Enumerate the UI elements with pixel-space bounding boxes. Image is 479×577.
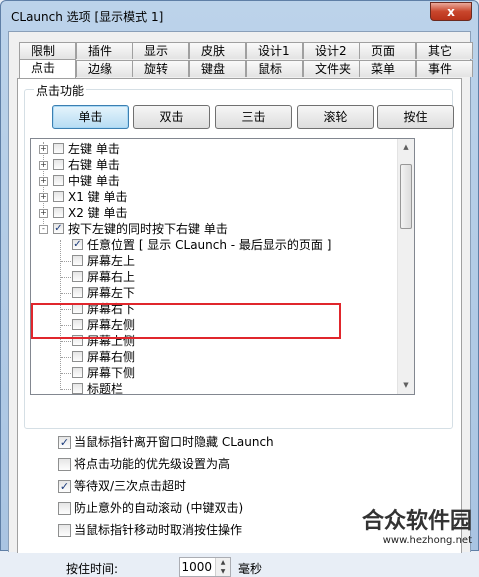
tab-15[interactable]: 菜单 — [359, 60, 416, 77]
tree-line — [61, 373, 71, 374]
tree-checkbox[interactable] — [53, 175, 64, 186]
tree-item-label[interactable]: 屏幕下侧 — [87, 365, 135, 381]
expand-icon[interactable]: + — [39, 177, 48, 186]
option-label: 防止意外的自动滚动 (中键双击) — [74, 501, 244, 515]
tree-item-label[interactable]: 屏幕左下 — [87, 285, 135, 301]
tree-checkbox[interactable] — [72, 255, 83, 266]
spin-down-icon[interactable]: ▼ — [215, 567, 230, 576]
tab-1[interactable]: 限制 — [19, 42, 76, 59]
tree-item-label[interactable]: 屏幕左上 — [87, 253, 135, 269]
scroll-up-icon[interactable]: ▲ — [398, 139, 414, 156]
click-mode-button-4[interactable]: 滚轮 — [297, 105, 374, 129]
tree-checkbox[interactable]: ✓ — [53, 223, 64, 234]
options-window: CLaunch 选项 [显示模式 1] x 限制 插件 显示 皮肤 设计1 设计2 页面 其它… — [0, 0, 479, 577]
tree-line — [61, 357, 71, 358]
tree-line — [61, 261, 71, 262]
option-checkbox[interactable]: ✓ — [58, 480, 71, 493]
hold-time-input[interactable]: 1000 ▲ ▼ — [179, 557, 231, 577]
tree-item-label[interactable]: 任意位置 [ 显示 CLaunch - 最后显示的页面 ] — [87, 237, 331, 253]
tree-checkbox[interactable] — [53, 207, 64, 218]
option-label: 等待双/三次点击超时 — [74, 479, 187, 493]
click-tree[interactable]: + 左键 单击 + 右键 单击 + 中键 单击 + X1 键 单击 + X2 键 单击 - ✓ 按下左键… — [30, 138, 415, 395]
expand-icon[interactable]: - — [39, 225, 48, 234]
hold-time-label: 按住时间: — [66, 562, 119, 576]
expand-icon[interactable]: + — [39, 193, 48, 202]
window-title: CLaunch 选项 [显示模式 1] — [11, 10, 164, 24]
scroll-thumb[interactable] — [400, 164, 412, 229]
close-button[interactable]: x — [430, 2, 472, 21]
expand-icon[interactable]: + — [39, 209, 48, 218]
tree-line — [61, 277, 71, 278]
tree-checkbox[interactable] — [53, 143, 64, 154]
tab-8[interactable]: 其它 — [416, 42, 473, 59]
tab-14[interactable]: 文件夹 — [303, 60, 360, 77]
tree-item-label[interactable]: 左键 单击 — [68, 141, 120, 157]
tab-10[interactable]: 边缘 — [76, 60, 133, 77]
tree-item-label[interactable]: 屏幕右侧 — [87, 349, 135, 365]
hold-time-unit: 毫秒 — [238, 562, 263, 576]
click-mode-button-2[interactable]: 双击 — [133, 105, 210, 129]
expand-icon[interactable]: + — [39, 145, 48, 154]
tree-item-label[interactable]: 按下左键的同时按下右键 单击 — [68, 221, 228, 237]
option-label: 将点击功能的优先级设置为高 — [74, 457, 231, 471]
click-function-group: 点击功能 + 左键 单击 + 右键 单击 + 中键 单击 + X1 键 单击 + X2 键 单击 -… — [24, 82, 454, 429]
tree-checkbox[interactable] — [72, 287, 83, 298]
tree-line — [61, 341, 71, 342]
hold-time-value: 1000 — [181, 560, 212, 574]
tab-panel-click: 点击功能 + 左键 单击 + 右键 单击 + 中键 单击 + X1 键 单击 + X2 键 单击 -… — [17, 78, 462, 577]
tree-item-label[interactable]: 标题栏 — [87, 381, 123, 394]
spin-up-icon[interactable]: ▲ — [215, 558, 230, 567]
tree-checkbox[interactable] — [72, 367, 83, 378]
expand-icon[interactable]: + — [39, 161, 48, 170]
option-label: 当鼠标指针移动时取消按住操作 — [74, 523, 243, 537]
click-mode-button-3[interactable]: 三击 — [215, 105, 292, 129]
tab-5[interactable]: 设计1 — [246, 42, 303, 59]
watermark: 合众软件园 www.hezhong.net — [362, 503, 472, 546]
option-label: 当鼠标指针离开窗口时隐藏 CLaunch — [74, 435, 274, 449]
tab-7[interactable]: 页面 — [359, 42, 416, 59]
highlight-box — [31, 303, 341, 339]
tab-2[interactable]: 插件 — [76, 42, 133, 59]
tree-scrollbar[interactable]: ▲ ▼ — [397, 139, 414, 394]
option-checkbox[interactable]: ✓ — [58, 436, 71, 449]
tree-checkbox[interactable]: ✓ — [72, 239, 83, 250]
tree-checkbox[interactable] — [72, 271, 83, 282]
tab-13[interactable]: 鼠标 — [246, 60, 303, 77]
option-checkbox[interactable] — [58, 524, 71, 537]
title-bar[interactable]: CLaunch 选项 [显示模式 1] x — [1, 1, 478, 31]
tree-item-label[interactable]: 屏幕右上 — [87, 269, 135, 285]
tree-checkbox[interactable] — [53, 191, 64, 202]
tab-6[interactable]: 设计2 — [303, 42, 360, 59]
tree-checkbox[interactable] — [72, 383, 83, 394]
click-mode-button-5[interactable]: 按住 — [377, 105, 454, 129]
watermark-name: 合众软件园 — [361, 509, 472, 534]
watermark-url: www.hezhong.net — [382, 535, 472, 546]
tree-item-label[interactable]: X2 键 单击 — [68, 205, 128, 221]
tree-item-label[interactable]: X1 键 单击 — [68, 189, 128, 205]
option-checkbox[interactable] — [58, 502, 71, 515]
tree-checkbox[interactable] — [53, 159, 64, 170]
tree-item-label[interactable]: 右键 单击 — [68, 157, 120, 173]
scroll-down-icon[interactable]: ▼ — [398, 377, 414, 394]
tab-3[interactable]: 显示 — [132, 42, 189, 59]
tree-checkbox[interactable] — [72, 351, 83, 362]
tree-line — [61, 293, 71, 294]
tree-item-label[interactable]: 中键 单击 — [68, 173, 120, 189]
click-mode-button-1[interactable]: 单击 — [52, 105, 129, 129]
group-label: 点击功能 — [34, 82, 87, 99]
tab-16[interactable]: 事件 — [416, 60, 473, 77]
tab-11[interactable]: 旋转 — [132, 60, 189, 77]
tab-9[interactable]: 点击 — [19, 59, 76, 78]
tab-4[interactable]: 皮肤 — [189, 42, 246, 59]
client-area: 限制 插件 显示 皮肤 设计1 设计2 页面 其它 点击 边缘 旋转 键盘 鼠标 文件夹 菜单 事件 点击功… — [8, 31, 473, 577]
tab-12[interactable]: 键盘 — [189, 60, 246, 77]
tree-line — [61, 389, 71, 390]
option-checkbox[interactable] — [58, 458, 71, 471]
